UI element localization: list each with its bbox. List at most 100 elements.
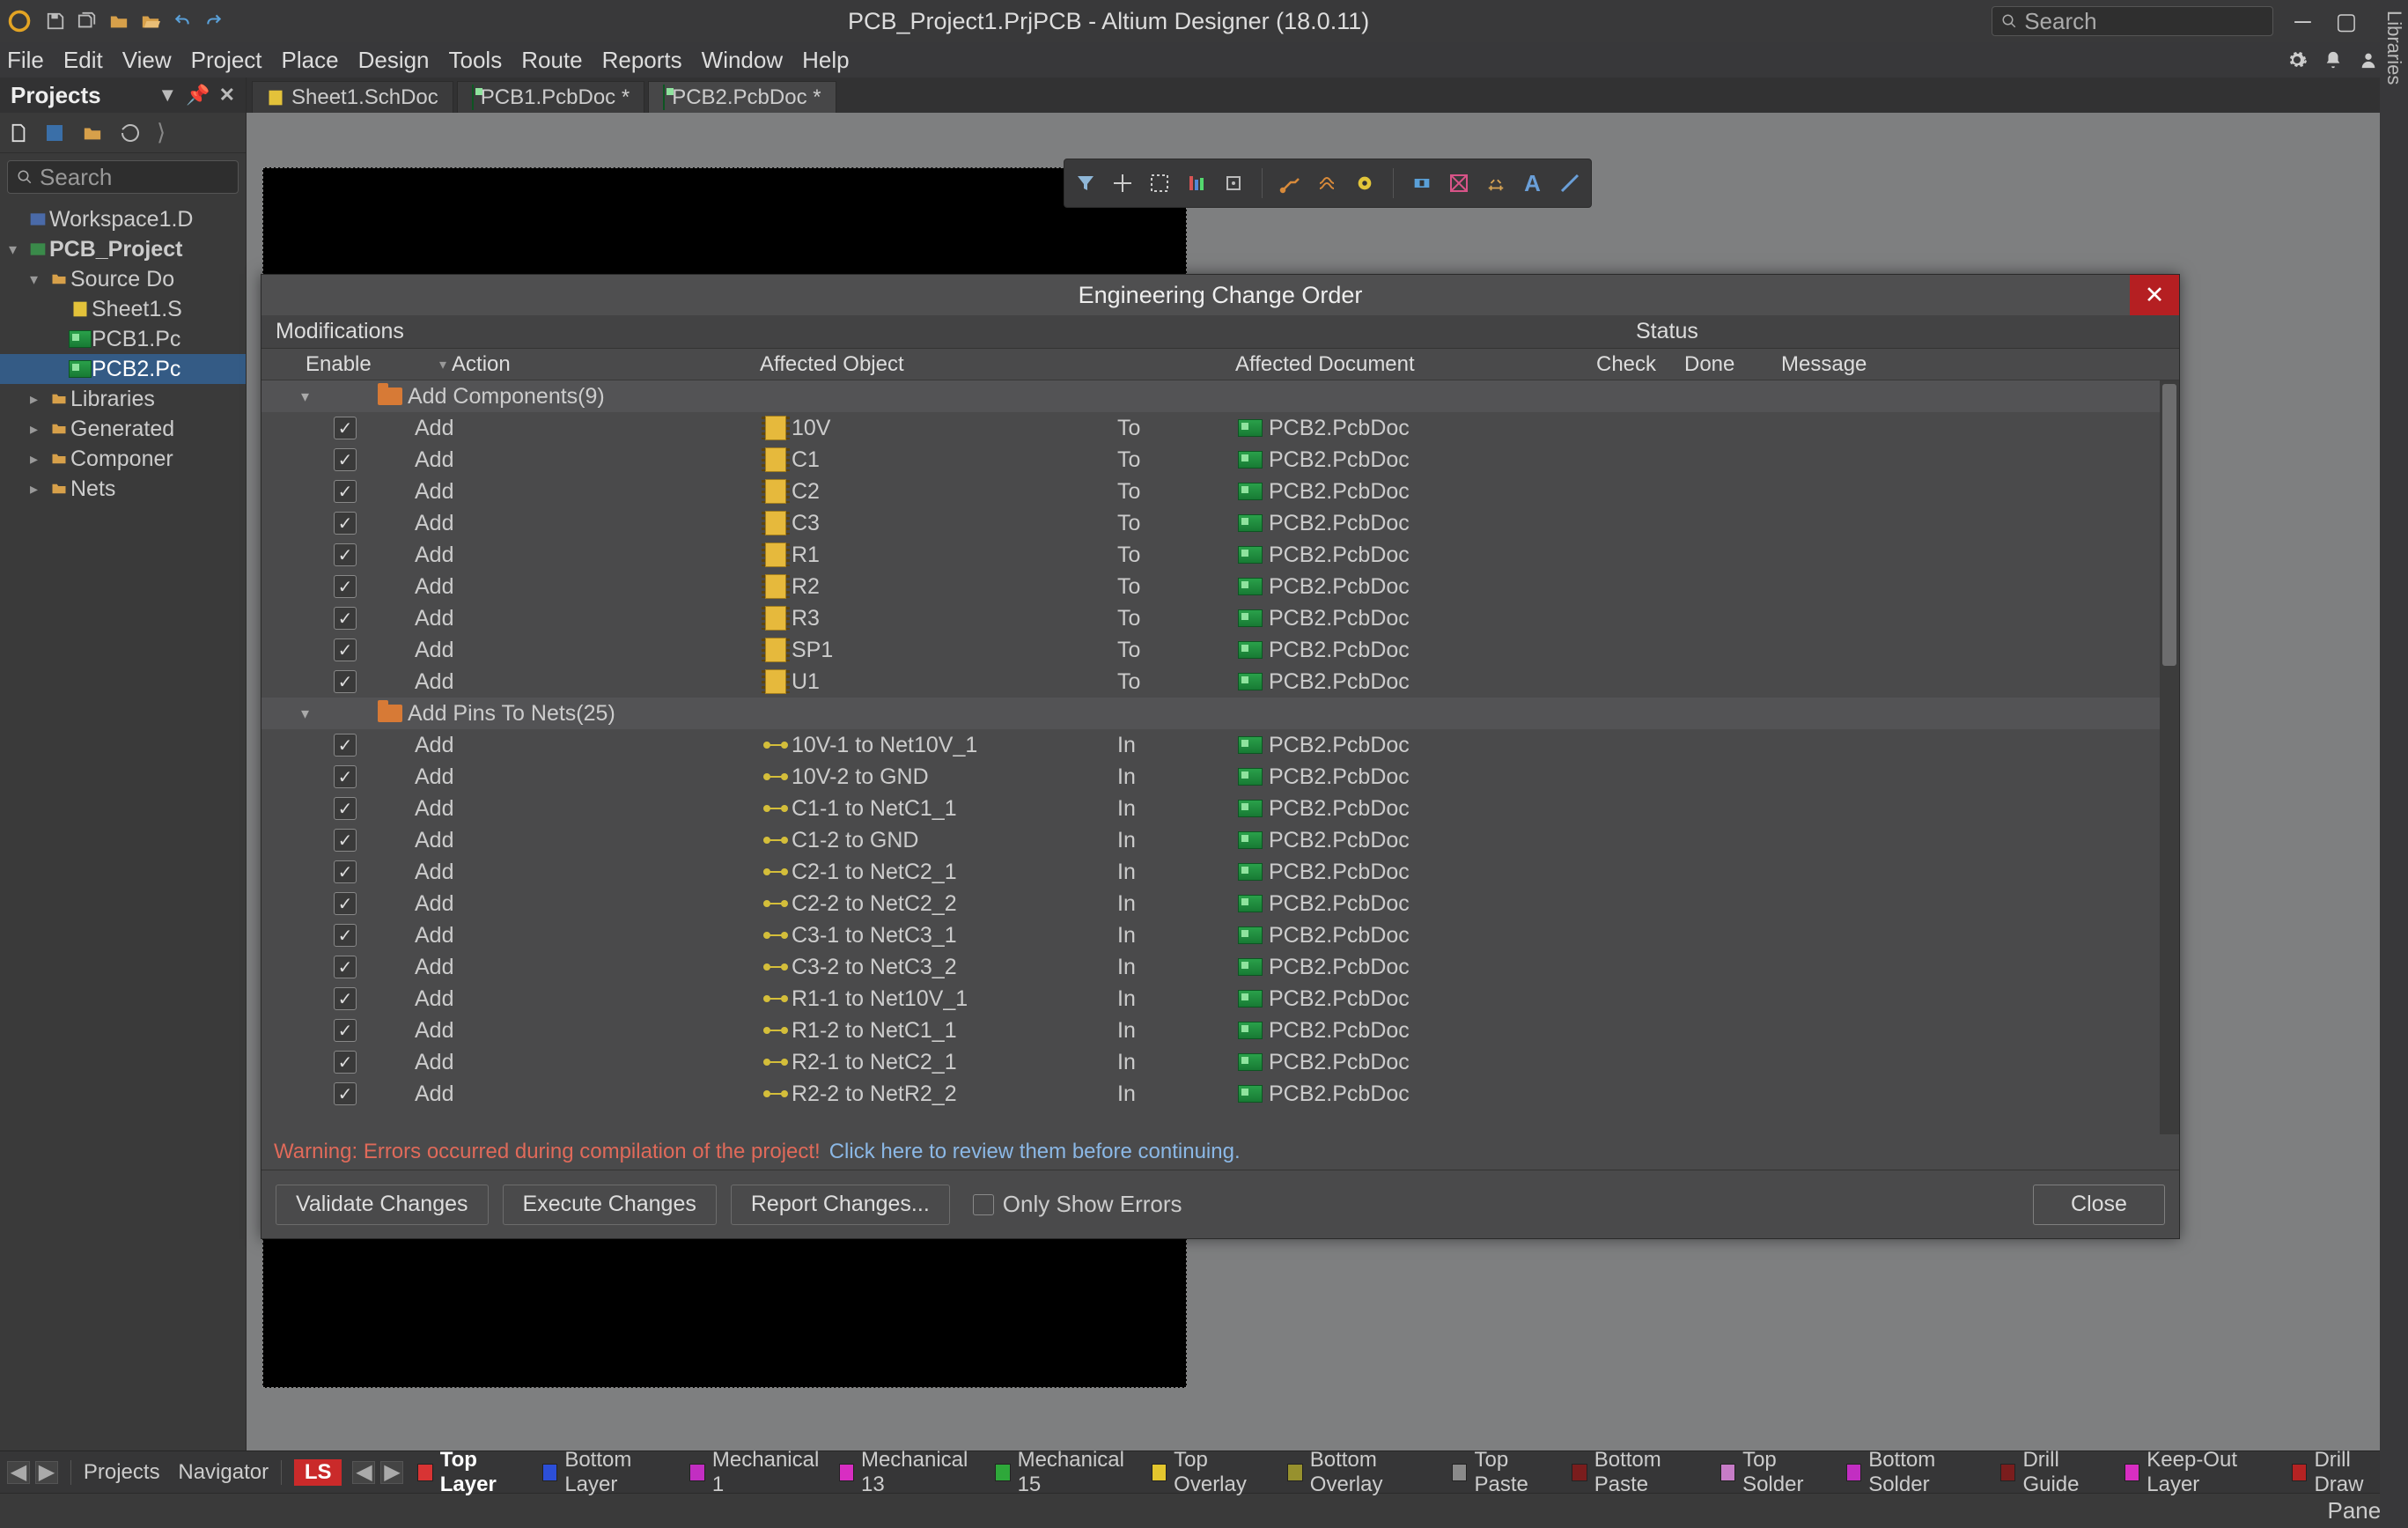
open-project-icon[interactable] [139,10,162,33]
eco-row[interactable]: ✓AddR3ToPCB2.PcbDoc [261,602,2179,634]
dialog-scrollbar[interactable] [2160,380,2179,1134]
filter-icon[interactable] [1073,171,1098,196]
execute-button[interactable]: Execute Changes [503,1185,717,1225]
new-sch-icon[interactable] [44,122,65,144]
eco-row[interactable]: ✓AddU1ToPCB2.PcbDoc [261,666,2179,698]
eco-row[interactable]: ✓Add10VToPCB2.PcbDoc [261,412,2179,444]
open-icon[interactable] [107,10,130,33]
menu-route[interactable]: Route [521,47,582,74]
layer-tab[interactable]: Keep-Out Layer [2116,1448,2283,1497]
global-search[interactable]: Search [1992,6,2273,36]
align-icon[interactable] [1184,171,1209,196]
undo-icon[interactable] [171,10,194,33]
layer-tab[interactable]: Drill Guide [1992,1448,2116,1497]
dimension-icon[interactable] [1484,171,1508,196]
user-account-icon[interactable] [2359,49,2378,70]
enable-checkbox[interactable]: ✓ [334,765,357,788]
panel-dropdown-icon[interactable]: ▼ [158,84,177,107]
move-icon[interactable] [1110,171,1135,196]
layer-tab[interactable]: Top Solder [1712,1448,1837,1497]
eco-row[interactable]: ✓AddC1ToPCB2.PcbDoc [261,444,2179,476]
only-errors-checkbox[interactable] [973,1194,994,1215]
menu-project[interactable]: Project [191,47,262,74]
text-icon[interactable]: A [1521,171,1545,196]
eco-row[interactable]: ✓AddR1-2 to NetC1_1InPCB2.PcbDoc [261,1015,2179,1046]
tree-item[interactable]: Workspace1.D [0,204,246,234]
tree-item[interactable]: ▾Source Do [0,264,246,294]
layer-tab[interactable]: Top Layer [409,1448,534,1497]
enable-checkbox[interactable]: ✓ [334,480,357,503]
tree-item[interactable]: ▸Componer [0,444,246,474]
tree-item[interactable]: ▸Generated [0,414,246,444]
menu-view[interactable]: View [122,47,172,74]
layer-scroll-right-icon[interactable]: ▶ [380,1461,403,1484]
enable-checkbox[interactable]: ✓ [334,1051,357,1074]
select-rect-icon[interactable] [1147,171,1172,196]
panel-close-icon[interactable]: ✕ [219,84,235,107]
close-button[interactable]: Close [2033,1185,2165,1225]
maximize-icon[interactable]: ▢ [2336,8,2358,35]
save-all-icon[interactable] [76,10,99,33]
enable-checkbox[interactable]: ✓ [334,575,357,598]
enable-checkbox[interactable]: ✓ [334,448,357,471]
layer-tab[interactable]: Mechanical 15 [986,1448,1143,1497]
minimize-icon[interactable]: ─ [2294,8,2310,35]
layer-tab[interactable]: Bottom Paste [1563,1448,1711,1497]
layer-scroll-left-icon[interactable]: ◀ [352,1461,375,1484]
eco-group[interactable]: ▾Add Pins To Nets(25) [261,698,2179,729]
doc-tab[interactable]: PCB2.PcbDoc * [648,81,836,113]
menu-reports[interactable]: Reports [602,47,682,74]
layer-tab[interactable]: Mechanical 13 [830,1448,987,1497]
eco-row[interactable]: ✓AddC2ToPCB2.PcbDoc [261,476,2179,507]
col-doc[interactable]: Affected Document [1235,352,1596,377]
tree-item[interactable]: ▸Nets [0,474,246,504]
eco-row[interactable]: ✓AddC3-1 to NetC3_1InPCB2.PcbDoc [261,919,2179,951]
redo-icon[interactable] [203,10,225,33]
col-msg[interactable]: Message [1781,352,2179,377]
enable-checkbox[interactable]: ✓ [334,417,357,439]
col-check[interactable]: Check [1596,352,1684,377]
menu-tools[interactable]: Tools [449,47,503,74]
compile-icon[interactable] [81,123,104,143]
eco-row[interactable]: ✓Add10V-1 to Net10V_1InPCB2.PcbDoc [261,729,2179,761]
component-icon[interactable] [1221,171,1246,196]
enable-checkbox[interactable]: ✓ [334,1082,357,1105]
layer-tab[interactable]: Bottom Solder [1837,1448,1992,1497]
tree-item[interactable]: Sheet1.S [0,294,246,324]
menu-file[interactable]: File [7,47,44,74]
enable-checkbox[interactable]: ✓ [334,1019,357,1042]
layer-tab[interactable]: Top Overlay [1143,1448,1279,1497]
menu-help[interactable]: Help [802,47,849,74]
layer-set-button[interactable]: LS [294,1459,342,1486]
enable-checkbox[interactable]: ✓ [334,860,357,883]
menu-place[interactable]: Place [282,47,339,74]
layer-tab[interactable]: Top Paste [1443,1448,1563,1497]
col-object[interactable]: Affected Object [760,352,1235,377]
layer-nav-prev-icon[interactable]: ▶ [35,1461,58,1484]
enable-checkbox[interactable]: ✓ [334,734,357,757]
enable-checkbox[interactable]: ✓ [334,543,357,566]
enable-checkbox[interactable]: ✓ [334,797,357,820]
layer-tab[interactable]: Bottom Layer [534,1448,681,1497]
menu-window[interactable]: Window [702,47,783,74]
enable-checkbox[interactable]: ✓ [334,956,357,978]
enable-checkbox[interactable]: ✓ [334,892,357,915]
col-enable[interactable]: Enable [261,352,429,377]
eco-row[interactable]: ✓AddR2-2 to NetR2_2InPCB2.PcbDoc [261,1078,2179,1110]
bottom-tab-projects[interactable]: Projects [84,1460,160,1485]
validate-button[interactable]: Validate Changes [276,1185,489,1225]
projects-search[interactable]: Search [7,160,239,194]
libraries-tab[interactable]: Libraries [2382,11,2405,85]
notification-bell-icon[interactable] [2323,49,2343,70]
refresh-icon[interactable] [120,122,141,144]
warning-link[interactable]: Click here to review them before continu… [829,1140,1241,1164]
col-done[interactable]: Done [1684,352,1781,377]
layer-tab[interactable]: Bottom Overlay [1278,1448,1443,1497]
eco-row[interactable]: ✓AddR2-1 to NetC2_1InPCB2.PcbDoc [261,1046,2179,1078]
eco-row[interactable]: ✓AddC1-1 to NetC1_1InPCB2.PcbDoc [261,793,2179,824]
enable-checkbox[interactable]: ✓ [334,670,357,693]
panel-pin-icon[interactable]: 📌 [186,84,210,107]
eco-group[interactable]: ▾Add Components(9) [261,380,2179,412]
eco-row[interactable]: ✓AddR1-1 to Net10V_1InPCB2.PcbDoc [261,983,2179,1015]
via-icon[interactable] [1352,171,1377,196]
